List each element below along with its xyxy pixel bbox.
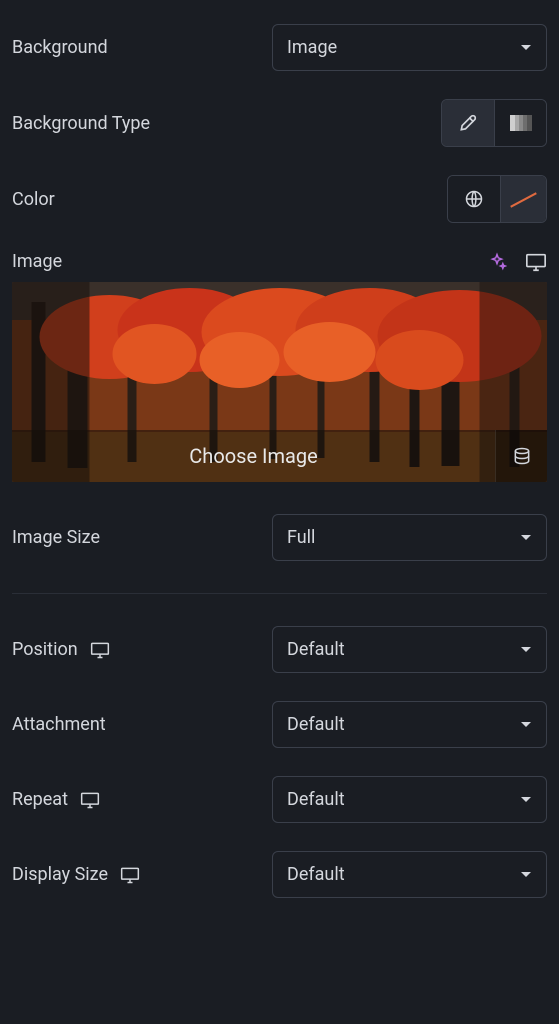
divider xyxy=(12,593,547,594)
image-preview[interactable]: Choose Image xyxy=(12,282,547,482)
position-label: Position xyxy=(12,639,78,660)
choose-image-button[interactable]: Choose Image xyxy=(12,444,495,468)
chevron-down-icon xyxy=(520,871,532,879)
image-label: Image xyxy=(12,251,62,272)
responsive-icon[interactable] xyxy=(90,641,110,659)
repeat-label: Repeat xyxy=(12,789,68,810)
attachment-label: Attachment xyxy=(12,714,106,735)
color-global-button[interactable] xyxy=(448,176,500,222)
display-size-select[interactable]: Default xyxy=(272,851,547,898)
background-type-classic-button[interactable] xyxy=(442,100,494,146)
background-label: Background xyxy=(12,37,108,58)
chevron-down-icon xyxy=(520,534,532,542)
chevron-down-icon xyxy=(520,796,532,804)
repeat-select[interactable]: Default xyxy=(272,776,547,823)
stack-icon xyxy=(512,446,532,466)
color-control xyxy=(447,175,547,223)
color-label: Color xyxy=(12,189,55,210)
gradient-icon xyxy=(510,115,532,131)
background-type-gradient-button[interactable] xyxy=(494,100,546,146)
background-type-label: Background Type xyxy=(12,113,150,134)
background-select[interactable]: Image xyxy=(272,24,547,71)
display-size-select-value: Default xyxy=(287,864,345,885)
repeat-select-value: Default xyxy=(287,789,345,810)
responsive-icon[interactable] xyxy=(525,252,547,272)
chevron-down-icon xyxy=(520,646,532,654)
attachment-select-value: Default xyxy=(287,714,345,735)
responsive-icon[interactable] xyxy=(120,866,140,884)
background-select-value: Image xyxy=(287,37,337,58)
paintbrush-icon xyxy=(458,113,478,133)
globe-icon xyxy=(464,189,484,209)
background-type-toggle xyxy=(441,99,547,147)
color-none-icon xyxy=(501,176,546,222)
position-select-value: Default xyxy=(287,639,345,660)
ai-sparkle-icon[interactable] xyxy=(487,252,507,272)
position-select[interactable]: Default xyxy=(272,626,547,673)
attachment-select[interactable]: Default xyxy=(272,701,547,748)
color-swatch-button[interactable] xyxy=(500,176,546,222)
image-size-label: Image Size xyxy=(12,527,100,548)
dynamic-tags-button[interactable] xyxy=(495,430,547,482)
chevron-down-icon xyxy=(520,721,532,729)
image-size-select-value: Full xyxy=(287,527,315,548)
responsive-icon[interactable] xyxy=(80,791,100,809)
display-size-label: Display Size xyxy=(12,864,108,885)
image-size-select[interactable]: Full xyxy=(272,514,547,561)
chevron-down-icon xyxy=(520,44,532,52)
